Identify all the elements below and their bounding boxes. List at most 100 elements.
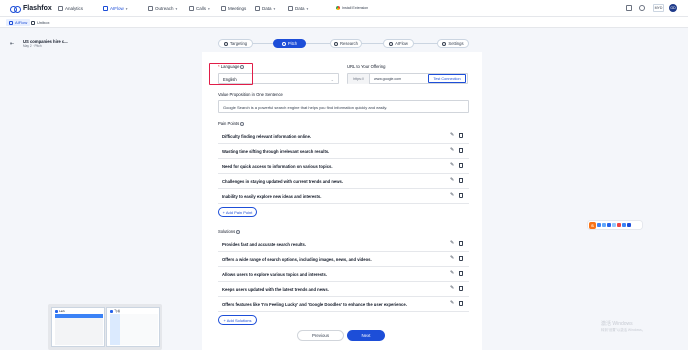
thumbnail-preview [110, 314, 158, 345]
step-label: Targeting [229, 41, 248, 46]
nav-aiflow[interactable]: AIFlow ▾ [103, 5, 128, 12]
trash-icon[interactable] [459, 286, 463, 291]
nav-calls[interactable]: Calls ▾ [189, 5, 210, 12]
chat-icon[interactable] [626, 5, 632, 11]
thumbnail-feishu[interactable]: 飞书 [106, 307, 160, 347]
database-icon [288, 6, 293, 11]
left-pane [0, 28, 200, 350]
solution-text: Allows users to explore various topics a… [222, 272, 327, 277]
avatar[interactable]: GD [669, 4, 677, 12]
trash-icon[interactable] [459, 148, 463, 153]
edit-icon[interactable]: ✎ [450, 271, 455, 276]
test-connection-button[interactable]: Test Connection [428, 74, 466, 83]
thumbnail-lark[interactable]: Lark [51, 307, 105, 347]
ime-logo-icon[interactable]: S [589, 221, 596, 229]
highlight-box [209, 63, 253, 85]
pain-point-text: Wasting time sifting through irrelevant … [222, 149, 330, 154]
trash-icon[interactable] [459, 193, 463, 198]
window-thumbnails: Lark 飞书 [48, 304, 162, 350]
analytics-icon [58, 6, 63, 11]
install-extension-link[interactable]: Install Extension [336, 6, 368, 10]
edit-icon[interactable]: ✎ [450, 178, 455, 183]
pain-points-label: Pain Points [218, 121, 245, 126]
pain-point-text: Need for quick access to information on … [222, 164, 333, 169]
edit-icon[interactable]: ✎ [450, 133, 455, 138]
chrome-icon [336, 6, 340, 10]
step-targeting[interactable]: Targeting [218, 39, 253, 48]
edit-icon[interactable]: ✎ [450, 301, 455, 306]
edit-icon[interactable]: ✎ [450, 241, 455, 246]
info-icon [236, 229, 241, 234]
nav-meetings[interactable]: Meetings [221, 5, 246, 12]
nav-outreach[interactable]: Outreach ▾ [148, 5, 177, 12]
list-item: Difficulty finding relevant information … [218, 129, 469, 144]
nav-label: Data [262, 6, 272, 11]
thumbnail-title-text: 飞书 [114, 309, 121, 313]
list-item: Offers features like 'I'm Feeling Lucky'… [218, 297, 469, 312]
aiflow-icon [389, 41, 394, 46]
ime-skin-icon[interactable] [617, 223, 621, 227]
nav-data[interactable]: Data ▾ [255, 5, 275, 12]
aiflow-icon [103, 6, 108, 11]
ime-grid-icon[interactable] [627, 223, 631, 227]
user-menu[interactable]: MYD [653, 4, 664, 12]
nav-analytics[interactable]: Analytics [58, 5, 83, 12]
tab-unibox[interactable]: Unibox [28, 19, 52, 26]
settings-icon[interactable] [639, 5, 645, 11]
edit-icon[interactable]: ✎ [450, 193, 455, 198]
add-solutions-button[interactable]: + Add Solutions [218, 315, 257, 325]
trash-icon[interactable] [459, 301, 463, 306]
tab-aiflow[interactable]: AIFlow [6, 19, 31, 26]
chevron-down-icon: ▾ [175, 6, 178, 11]
step-research[interactable]: Research [330, 39, 362, 48]
trash-icon[interactable] [459, 178, 463, 183]
url-label: URL to Your Offering [347, 64, 386, 69]
ime-toolbar[interactable]: S [588, 221, 642, 229]
ime-lang-icon[interactable] [597, 223, 601, 227]
edit-icon[interactable]: ✎ [450, 148, 455, 153]
trash-icon[interactable] [459, 163, 463, 168]
next-button[interactable]: Next [347, 330, 385, 341]
ime-keyboard-icon[interactable] [612, 223, 616, 227]
trash-icon[interactable] [459, 256, 463, 261]
tab-label: Unibox [37, 20, 50, 25]
search-icon [334, 41, 339, 46]
chevron-down-icon: ⌄ [330, 77, 334, 82]
list-item: Offers a wide range of search options, i… [218, 252, 469, 267]
step-label: Settings [448, 41, 464, 46]
logo-text: Flashfox [23, 5, 52, 12]
edit-icon[interactable]: ✎ [450, 286, 455, 291]
ime-tool-icon[interactable] [622, 223, 626, 227]
thumbnail-title-text: Lark [59, 309, 65, 313]
pain-point-text: Difficulty finding relevant information … [222, 134, 312, 139]
url-prefix: https:// [348, 74, 370, 84]
window-tabs: AIFlow Unibox [0, 17, 688, 28]
edit-icon[interactable]: ✎ [450, 163, 455, 168]
value-proposition-label: Value Proposition in One Sentence [218, 92, 283, 97]
list-item: Provides fast and accurate search result… [218, 237, 469, 252]
nav-label: Outreach [155, 6, 174, 11]
install-extension-label: Install Extension [342, 6, 369, 10]
url-input[interactable]: www.google.com [374, 77, 401, 81]
pain-point-text: Inability to easily explore new ideas an… [222, 194, 322, 199]
step-settings[interactable]: Settings [437, 39, 469, 48]
trash-icon[interactable] [459, 241, 463, 246]
ime-mic-icon[interactable] [607, 223, 611, 227]
ime-punct-icon[interactable] [602, 223, 606, 227]
back-arrow-icon[interactable]: ⇤ [10, 41, 14, 47]
value-proposition-input[interactable]: Google Search is a powerful search engin… [218, 100, 469, 113]
nav-label: Analytics [65, 6, 84, 11]
nav-label: AIFlow [110, 6, 124, 11]
previous-button[interactable]: Previous [297, 330, 344, 341]
step-pitch[interactable]: Pitch [273, 39, 306, 48]
nav-data-2[interactable]: Data ▾ [288, 5, 308, 12]
phone-icon [189, 6, 194, 11]
list-item: Challenges in staying updated with curre… [218, 174, 469, 189]
edit-icon[interactable]: ✎ [450, 256, 455, 261]
trash-icon[interactable] [459, 271, 463, 276]
app-logo[interactable]: Flashfox [10, 4, 52, 13]
step-label: Research [340, 41, 358, 46]
step-aiflow[interactable]: AIFlow [383, 39, 414, 48]
add-pain-point-button[interactable]: + Add Pain Point [218, 207, 257, 217]
trash-icon[interactable] [459, 133, 463, 138]
